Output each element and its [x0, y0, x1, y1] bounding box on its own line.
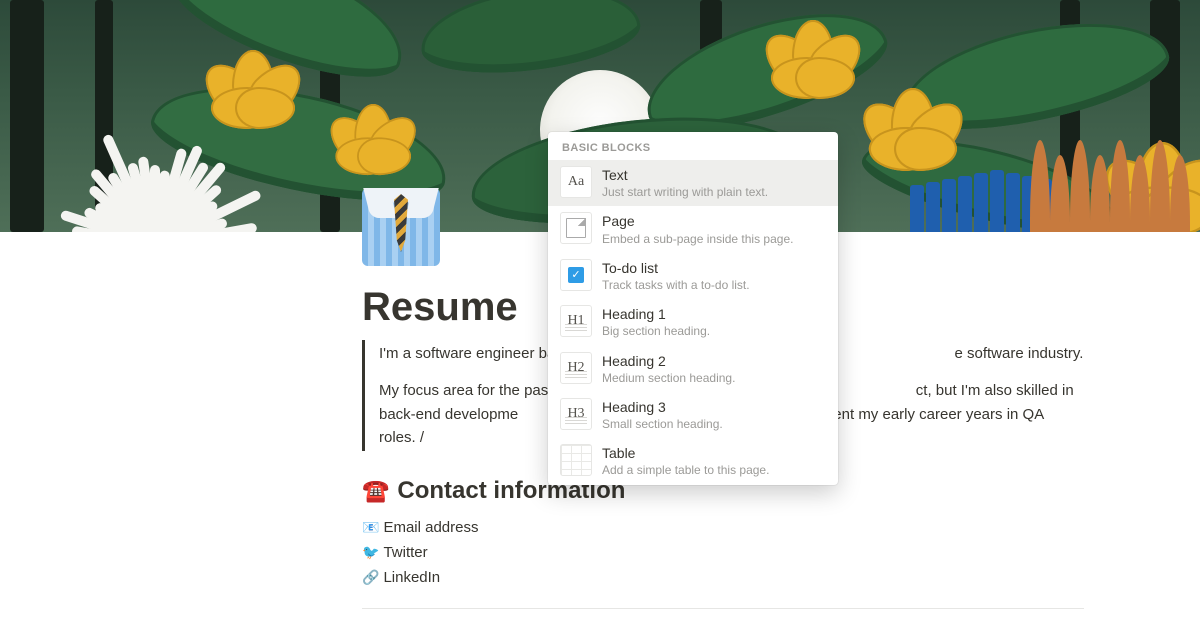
contact-icon: 🔗: [362, 569, 379, 586]
slash-menu-thumb: H3: [560, 398, 592, 430]
slash-menu-item-sub: Medium section heading.: [602, 370, 735, 386]
slash-menu-item-title: Table: [602, 444, 769, 462]
contact-label: LinkedIn: [383, 569, 440, 586]
phone-icon: ☎️: [362, 478, 389, 504]
slash-menu-item-sub: Small section heading.: [602, 416, 723, 432]
divider: [362, 608, 1084, 609]
contact-row-0[interactable]: 📧Email address: [362, 515, 1084, 540]
slash-menu-item-title: Heading 3: [602, 398, 723, 416]
slash-menu-item-heading-1[interactable]: H1 Heading 1Big section heading.: [548, 299, 838, 345]
contact-list: 📧Email address🐦Twitter🔗LinkedIn: [362, 515, 1084, 590]
slash-menu-item-sub: Just start writing with plain text.: [602, 184, 768, 200]
slash-menu-item-sub: Big section heading.: [602, 323, 710, 339]
contact-icon: 🐦: [362, 544, 379, 561]
slash-menu-item-heading-3[interactable]: H3 Heading 3Small section heading.: [548, 392, 838, 438]
slash-menu-item-text[interactable]: Aa TextJust start writing with plain text…: [548, 160, 838, 206]
slash-menu-item-title: Text: [602, 166, 768, 184]
slash-menu-thumb: [560, 212, 592, 244]
slash-menu[interactable]: BASIC BLOCKS Aa TextJust start writing wi…: [548, 132, 838, 485]
slash-menu-item-heading-2[interactable]: H2 Heading 2Medium section heading.: [548, 346, 838, 392]
slash-menu-item-title: Heading 1: [602, 305, 710, 323]
slash-menu-item-table[interactable]: TableAdd a simple table to this page.: [548, 438, 838, 484]
slash-menu-item-title: Heading 2: [602, 352, 735, 370]
contact-row-2[interactable]: 🔗LinkedIn: [362, 565, 1084, 590]
slash-menu-item-title: Page: [602, 212, 793, 230]
slash-menu-thumb: Aa: [560, 166, 592, 198]
slash-menu-thumb: H2: [560, 352, 592, 384]
slash-menu-item-sub: Embed a sub-page inside this page.: [602, 231, 793, 247]
slash-menu-item-sub: Track tasks with a to-do list.: [602, 277, 750, 293]
slash-menu-item-title: To-do list: [602, 259, 750, 277]
contact-label: Twitter: [383, 544, 427, 561]
slash-menu-item-sub: Add a simple table to this page.: [602, 462, 769, 478]
slash-menu-item-page[interactable]: PageEmbed a sub-page inside this page.: [548, 206, 838, 252]
slash-menu-item-to-do-list[interactable]: ✓ To-do listTrack tasks with a to-do list…: [548, 253, 838, 299]
slash-menu-header: BASIC BLOCKS: [548, 132, 838, 160]
contact-row-1[interactable]: 🐦Twitter: [362, 540, 1084, 565]
contact-label: Email address: [383, 519, 478, 536]
slash-menu-thumb: [560, 444, 592, 476]
slash-menu-thumb: H1: [560, 305, 592, 337]
page-icon[interactable]: [362, 188, 440, 266]
slash-menu-thumb: ✓: [560, 259, 592, 291]
contact-icon: 📧: [362, 519, 379, 536]
